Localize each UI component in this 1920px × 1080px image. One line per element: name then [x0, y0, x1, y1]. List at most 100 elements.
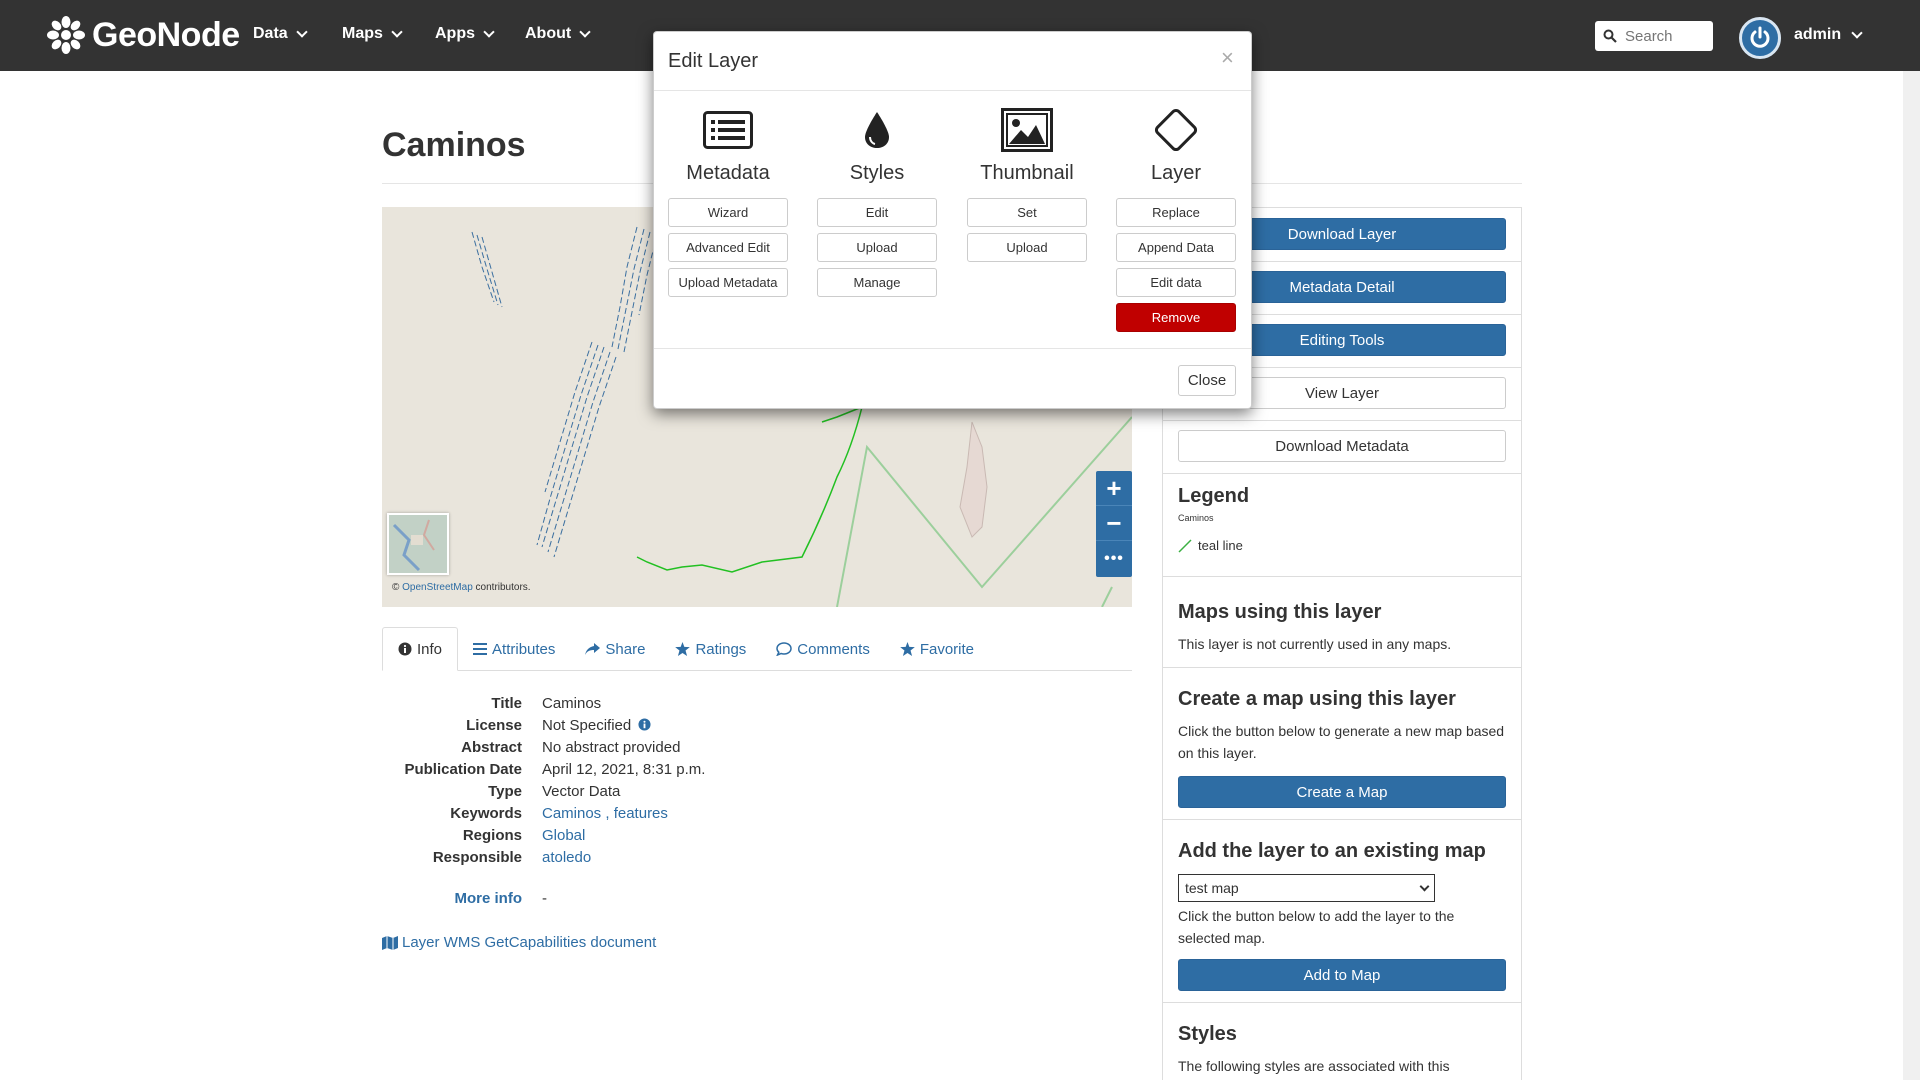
- avatar[interactable]: [1739, 17, 1781, 59]
- share-icon: [585, 642, 601, 655]
- chevron-down-icon: [1419, 881, 1430, 891]
- tab-info-label: Info: [417, 640, 443, 658]
- modal-header-divider: [654, 90, 1251, 91]
- keyword-link[interactable]: Caminos: [542, 805, 601, 822]
- styles-column-title: Styles: [849, 162, 905, 184]
- legend-item: teal line: [1178, 538, 1243, 553]
- nav-data-label: Data: [253, 25, 288, 42]
- layer-edit-data-button[interactable]: Edit data: [1116, 268, 1236, 297]
- thumbnail-column-title: Thumbnail: [980, 162, 1074, 184]
- town-area: [959, 421, 988, 538]
- search-input[interactable]: [1625, 27, 1705, 45]
- info-value: Vector Data: [542, 782, 621, 800]
- download-metadata-button[interactable]: Download Metadata: [1178, 430, 1506, 462]
- tab-ratings[interactable]: Ratings: [660, 627, 761, 671]
- layer-remove-button[interactable]: Remove: [1116, 303, 1236, 332]
- user-menu[interactable]: admin: [1794, 26, 1863, 44]
- keyword-link[interactable]: features: [614, 805, 668, 822]
- geonode-logo[interactable]: GeoNode: [46, 13, 240, 57]
- chevron-down-icon: [483, 26, 495, 38]
- layer-append-data-button[interactable]: Append Data: [1116, 233, 1236, 262]
- basemap-switcher-thumbnail[interactable]: [387, 513, 449, 575]
- divider: [1163, 667, 1521, 668]
- tab-info[interactable]: Info: [382, 627, 459, 671]
- styles-heading: Styles: [1178, 1023, 1237, 1045]
- thumbnail-upload-button[interactable]: Upload: [967, 233, 1087, 262]
- openstreetmap-link[interactable]: OpenStreetMap: [402, 582, 473, 593]
- nav-maps-menu[interactable]: Maps: [342, 25, 403, 43]
- map-attribution: © OpenStreetMap contributors.: [392, 582, 531, 593]
- more-info-link[interactable]: More info: [382, 890, 542, 907]
- divider: [1163, 473, 1521, 474]
- map-icon: [382, 935, 398, 950]
- brand-name: GeoNode: [92, 15, 240, 54]
- edit-layer-modal: Edit Layer × Metadata Wizard Advanced Ed…: [653, 31, 1252, 409]
- add-to-map-button[interactable]: Add to Map: [1178, 959, 1506, 991]
- tab-favorite-label: Favorite: [919, 640, 975, 658]
- info-row-regions: Regions Global: [382, 824, 982, 846]
- style-edit-button[interactable]: Edit: [817, 198, 937, 227]
- green-road-line: [636, 406, 863, 573]
- info-label: Responsible: [432, 848, 522, 866]
- metadata-column-title: Metadata: [686, 162, 770, 184]
- nav-data-menu[interactable]: Data: [253, 25, 308, 43]
- tab-comments[interactable]: Comments: [761, 627, 885, 671]
- modal-title: Edit Layer: [668, 50, 759, 72]
- legend-line-icon: [1178, 538, 1192, 553]
- layer-column: Layer Replace Append Data Edit data Remo…: [1116, 104, 1236, 332]
- nav-about-menu[interactable]: About: [525, 25, 591, 43]
- info-row-responsible: Responsible atoledo: [382, 846, 982, 868]
- search-icon[interactable]: [1603, 29, 1617, 43]
- existing-map-select[interactable]: test map: [1178, 874, 1435, 902]
- metadata-wizard-button[interactable]: Wizard: [668, 198, 788, 227]
- nav-apps-label: Apps: [435, 25, 475, 42]
- info-icon: [398, 642, 412, 656]
- tab-favorite[interactable]: Favorite: [885, 627, 989, 671]
- legend-heading: Legend: [1178, 485, 1250, 507]
- thumbnail-column: Thumbnail Set Upload: [967, 104, 1087, 262]
- wms-capabilities-link[interactable]: Layer WMS GetCapabilities document: [382, 934, 656, 951]
- power-icon: [1750, 26, 1770, 48]
- style-manage-button[interactable]: Manage: [817, 268, 937, 297]
- layer-column-title: Layer: [1150, 162, 1202, 184]
- chevron-down-icon: [1851, 27, 1863, 39]
- keyword-separator: ,: [605, 804, 610, 822]
- info-value: Global: [542, 827, 585, 844]
- upload-metadata-button[interactable]: Upload Metadata: [668, 268, 788, 297]
- info-label: Abstract: [461, 738, 522, 756]
- zoom-out-button[interactable]: −: [1096, 506, 1132, 541]
- modal-close-button[interactable]: Close: [1178, 365, 1236, 396]
- style-upload-button[interactable]: Upload: [817, 233, 937, 262]
- chevron-down-icon: [296, 26, 308, 38]
- divider: [1163, 819, 1521, 820]
- info-value: Caminos: [542, 694, 602, 712]
- modal-footer-divider: [654, 348, 1251, 349]
- more-options-button[interactable]: •••: [1096, 541, 1132, 576]
- page-scrollbar[interactable]: [1903, 71, 1920, 1080]
- info-label: Title: [491, 694, 522, 712]
- info-label: Keywords: [450, 804, 522, 822]
- attribution-suffix: contributors.: [475, 582, 531, 593]
- existing-map-selected: test map: [1185, 880, 1239, 896]
- tab-share[interactable]: Share: [570, 627, 660, 671]
- user-name-label: admin: [1794, 26, 1842, 43]
- region-link[interactable]: Global: [542, 827, 585, 844]
- zoom-in-button[interactable]: +: [1096, 471, 1132, 506]
- info-icon[interactable]: [638, 717, 651, 731]
- layer-replace-button[interactable]: Replace: [1116, 198, 1236, 227]
- search-box: [1595, 21, 1713, 51]
- responsible-link[interactable]: atoledo: [542, 849, 591, 866]
- nav-apps-menu[interactable]: Apps: [435, 25, 495, 43]
- info-label: Regions: [462, 826, 522, 844]
- tab-share-label: Share: [605, 640, 646, 658]
- create-map-button[interactable]: Create a Map: [1178, 776, 1506, 808]
- styles-column: Styles Edit Upload Manage: [817, 104, 937, 297]
- tab-attributes[interactable]: Attributes: [458, 627, 570, 671]
- legend-item-label: teal line: [1198, 538, 1243, 553]
- metadata-advanced-edit-button[interactable]: Advanced Edit: [668, 233, 788, 262]
- close-icon[interactable]: ×: [1221, 45, 1234, 71]
- wms-link-label: Layer WMS GetCapabilities document: [402, 934, 657, 951]
- thumbnail-set-button[interactable]: Set: [967, 198, 1087, 227]
- light-green-boundary: [836, 416, 1132, 607]
- info-value: Not Specified: [542, 717, 651, 734]
